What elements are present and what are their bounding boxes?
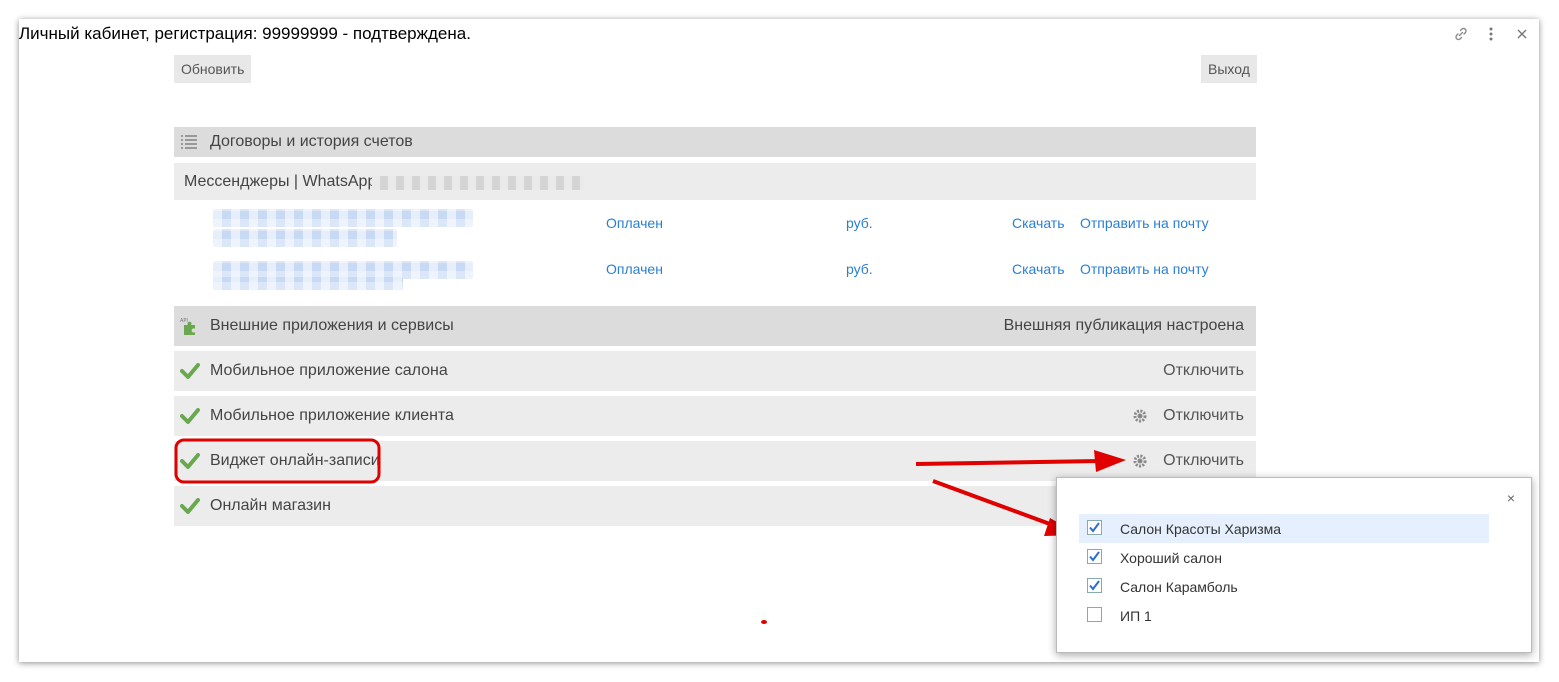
app-label: Виджет онлайн-записи: [210, 452, 380, 469]
window-title: Личный кабинет, регистрация: 99999999 - …: [19, 24, 471, 43]
download-link[interactable]: Скачать: [1012, 215, 1065, 231]
close-icon[interactable]: [1513, 25, 1531, 43]
check-icon: [180, 496, 200, 516]
disable-button[interactable]: Отключить: [1163, 452, 1244, 470]
app-label: Онлайн магазин: [210, 497, 331, 514]
salon-option-label: Хороший салон: [1120, 549, 1222, 566]
checkbox-checked[interactable]: [1087, 549, 1102, 564]
check-icon: [180, 451, 200, 471]
salon-option-label: Салон Красоты Харизма: [1120, 520, 1282, 537]
popup-close-button[interactable]: ×: [1507, 490, 1515, 506]
app-label: Мобильное приложение клиента: [210, 407, 454, 424]
app-row-client-mobile: Мобильное приложение клиента Отключить: [174, 396, 1256, 436]
list-icon: [180, 132, 200, 152]
redacted-invoice-date: [213, 277, 403, 290]
send-email-link[interactable]: Отправить на почту: [1080, 215, 1209, 231]
gear-icon[interactable]: [1132, 453, 1148, 469]
send-email-link[interactable]: Отправить на почту: [1080, 261, 1209, 277]
invoice-amount: руб.: [846, 261, 873, 277]
app-row-salon-mobile: Мобильное приложение салона Отключить: [174, 351, 1256, 391]
messenger-subheader: Мессенджеры | WhatsApp: [174, 163, 1256, 200]
disable-button[interactable]: Отключить: [1163, 362, 1244, 380]
contracts-section-title: Договоры и история счетов: [210, 133, 413, 150]
salon-option[interactable]: ИП 1: [1079, 601, 1489, 630]
salon-option[interactable]: Салон Красоты Харизма: [1079, 514, 1489, 543]
check-icon: [180, 361, 200, 381]
publication-status: Внешняя публикация настроена: [1003, 317, 1244, 334]
salon-option[interactable]: Салон Карамболь: [1079, 572, 1489, 601]
redacted-invoice-name: [213, 209, 473, 227]
gear-icon[interactable]: [1132, 408, 1148, 424]
redacted-phone: [372, 176, 584, 190]
salon-option[interactable]: Хороший салон: [1079, 543, 1489, 572]
link-icon[interactable]: [1452, 25, 1470, 43]
apps-section-header[interactable]: API Внешние приложения и сервисы Внешняя…: [174, 306, 1256, 346]
invoice-status: Оплачен: [606, 261, 663, 277]
salon-select-popup: × Салон Красоты Харизма Хороший салон Са…: [1056, 477, 1532, 653]
checkbox-checked[interactable]: [1087, 578, 1102, 593]
checkbox-checked[interactable]: [1087, 520, 1102, 535]
invoice-amount: руб.: [846, 215, 873, 231]
app-row-booking-widget: Виджет онлайн-записи Отключить: [174, 441, 1256, 481]
apps-section-title: Внешние приложения и сервисы: [210, 317, 454, 334]
redacted-invoice-date: [213, 229, 397, 247]
refresh-button[interactable]: Обновить: [174, 55, 252, 83]
checkbox-unchecked[interactable]: [1087, 607, 1102, 622]
logout-button[interactable]: Выход: [1201, 55, 1257, 83]
more-vertical-icon[interactable]: [1482, 25, 1500, 43]
app-label: Мобильное приложение салона: [210, 362, 448, 379]
salon-option-label: ИП 1: [1120, 607, 1152, 624]
check-icon: [180, 406, 200, 426]
invoice-status: Оплачен: [606, 215, 663, 231]
contracts-section-header[interactable]: Договоры и история счетов: [174, 127, 1256, 157]
download-link[interactable]: Скачать: [1012, 261, 1065, 277]
svg-text:API: API: [180, 318, 188, 324]
messenger-label: Мессенджеры | WhatsApp: [184, 172, 377, 190]
api-puzzle-icon: API: [180, 316, 200, 336]
salon-option-label: Салон Карамболь: [1120, 578, 1238, 595]
disable-button[interactable]: Отключить: [1163, 407, 1244, 425]
